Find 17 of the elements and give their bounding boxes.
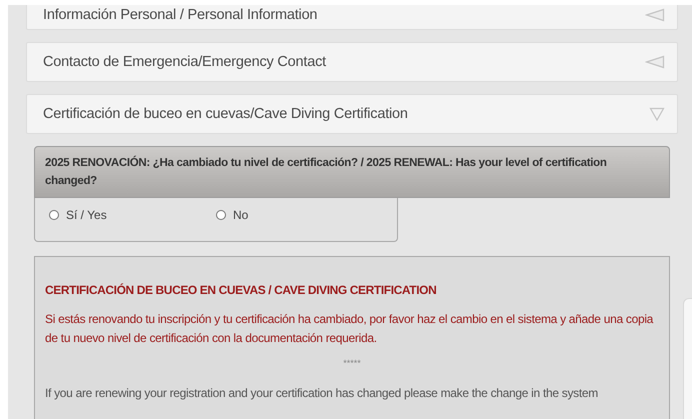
accordion-header[interactable]: Contacto de Emergencia/Emergency Contact <box>26 42 678 82</box>
notice-text: Si estás renovando tu inscripción y tu certificación ha cambiado, por favor haz el cambio en el sistema y añade una copia de tu nuevo nivel de certificación con la documentación requerida. <box>45 311 654 347</box>
option-label: No <box>233 208 248 222</box>
triangle-down-icon <box>649 106 665 122</box>
triangle-left-icon <box>645 8 665 22</box>
radio-option[interactable]: Sí / Yes <box>49 206 216 223</box>
notice-title: CERTIFICACIÓN DE BUCEO EN CUEVAS / CAVE DIVING CERTIFICATION <box>45 283 438 297</box>
notice-text: If you are renewing your registration and your certification has changed please make the change in the system <box>45 386 599 400</box>
accordion-header[interactable]: Certificación de buceo en cuevas/Cave Diving Certification <box>26 94 678 134</box>
accordion-header[interactable]: Información Personal / Personal Information <box>26 5 678 30</box>
question-header: 2025 RENOVACIÓN: ¿Ha cambiado tu nivel de certificación? / 2025 RENEWAL: Has your level of certification changed? <box>34 146 670 198</box>
radio-button[interactable] <box>49 210 59 220</box>
radio-option[interactable]: No <box>216 206 383 223</box>
option-label: Sí / Yes <box>66 208 107 222</box>
separator-text: ***** <box>342 358 362 368</box>
triangle-left-icon <box>645 55 665 69</box>
radio-button[interactable] <box>216 210 226 220</box>
